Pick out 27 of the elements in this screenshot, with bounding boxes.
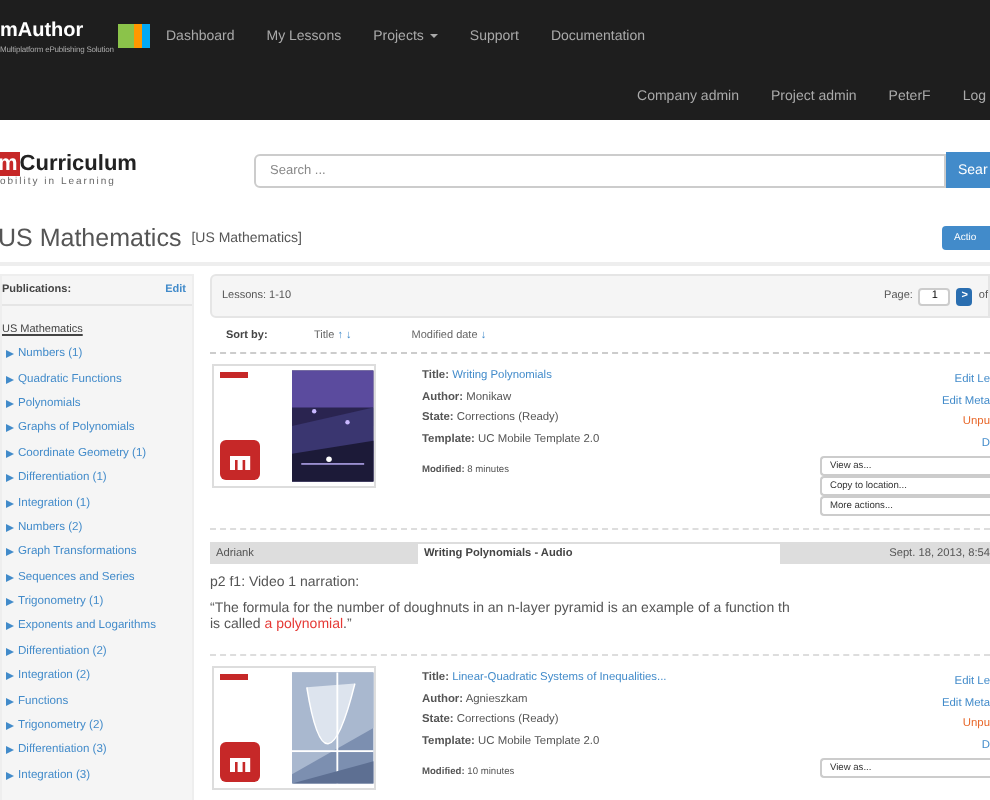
logo-icon [220, 742, 260, 782]
expand-icon[interactable] [6, 350, 14, 359]
page-title: US Mathematics [0, 224, 182, 252]
expand-icon[interactable] [6, 598, 14, 607]
expand-icon[interactable] [6, 573, 14, 582]
app-logo[interactable]: mAuthor [0, 19, 114, 43]
expand-icon[interactable] [6, 449, 14, 458]
expand-icon[interactable] [6, 499, 14, 508]
cover-header-icon [220, 674, 248, 680]
logo-icon [220, 440, 260, 480]
expand-icon[interactable] [6, 722, 14, 731]
expand-icon[interactable] [6, 523, 14, 532]
caret-icon [429, 34, 438, 38]
expand-icon[interactable] [6, 771, 14, 780]
expand-icon[interactable] [6, 647, 14, 656]
expand-icon[interactable] [6, 474, 14, 483]
expand-icon[interactable] [6, 672, 14, 681]
brand-logo[interactable]: mCurriculum [0, 152, 254, 176]
expand-icon[interactable] [6, 375, 14, 384]
cover-header-icon [220, 372, 248, 378]
expand-icon[interactable] [6, 697, 14, 706]
expand-icon[interactable] [6, 622, 14, 631]
logo-icon [117, 24, 150, 48]
expand-icon[interactable] [6, 746, 14, 755]
expand-icon[interactable] [6, 424, 14, 433]
expand-icon[interactable] [6, 399, 14, 408]
expand-icon[interactable] [6, 548, 14, 557]
